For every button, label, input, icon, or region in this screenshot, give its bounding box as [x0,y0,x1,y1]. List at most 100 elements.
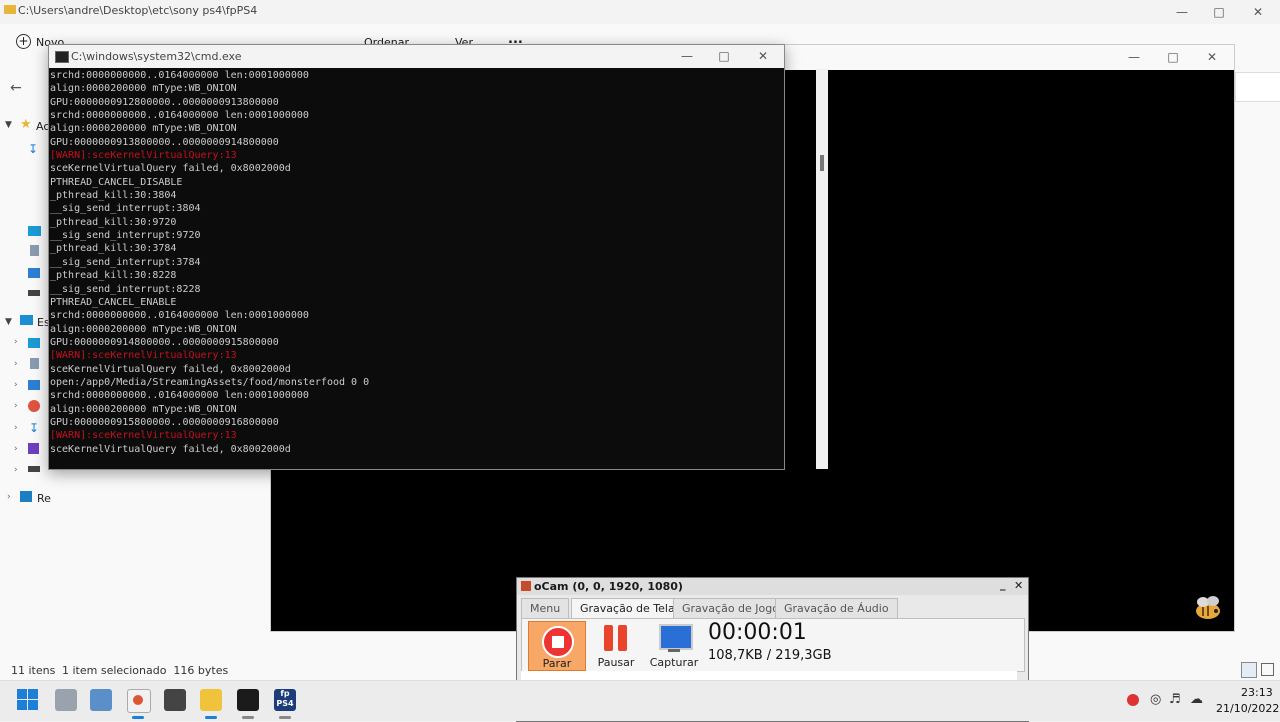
cmd-window[interactable]: C:\windows\system32\cmd.exe — □ ✕ srchd:… [48,44,828,470]
scrollbar-thumb[interactable] [820,155,824,171]
console-line: align:0000200000 mType:WB_ONION [50,83,237,95]
details-view-icon[interactable] [1241,662,1257,678]
chevron-down-icon[interactable]: ▼ [5,120,12,130]
recording-tray-icon[interactable] [1127,694,1139,706]
console-output[interactable]: srchd:0000000000..0164000000 len:0001000… [49,69,769,469]
search-input[interactable] [1235,72,1280,102]
capture-button[interactable]: Capturar [646,621,702,669]
terminal-icon [55,51,69,63]
console-line: __sig_send_interrupt:8228 [50,283,201,295]
close-button[interactable]: ✕ [1238,2,1278,22]
console-line: sceKernelVirtualQuery failed, 0x8002000d [50,443,291,455]
close-button[interactable]: ✕ [1014,579,1023,592]
download-icon: ↧ [28,142,39,156]
windows-start-icon[interactable] [17,689,39,711]
folder-icon [4,5,16,14]
console-line: PTHREAD_CANCEL_DISABLE [50,176,183,188]
videos-icon [28,443,39,454]
console-line: __sig_send_interrupt:3804 [50,203,201,215]
console-warning-line: [WARN]:sceKernelVirtualQuery:13 [50,150,237,162]
console-line: _pthread_kill:30:3804 [50,190,177,202]
console-line: align:0000200000 mType:WB_ONION [50,123,237,135]
pause-button[interactable]: Pausar [588,621,644,669]
chevron-right-icon[interactable]: › [14,401,18,411]
chevron-right-icon[interactable]: › [14,423,18,433]
ocam-tabs: Menu Gravação de Tela Gravação de Jogo G… [521,598,1023,619]
ocam-logo-icon [521,581,531,591]
fpps4-taskbar-icon[interactable]: fp PS4 [274,689,296,711]
monitor-icon [659,624,693,650]
console-line: GPU:0000000915800000..0000000916800000 [50,416,279,428]
fpps4-label-top: fp [280,689,290,698]
file-explorer-taskbar-icon[interactable] [200,689,222,711]
image-app-icon[interactable] [90,689,112,711]
chevron-down-icon[interactable]: ▼ [5,317,12,327]
close-button[interactable]: ✕ [743,46,783,66]
tab-menu[interactable]: Menu [521,598,570,619]
console-line: sceKernelVirtualQuery failed, 0x8002000d [50,163,291,175]
console-line: srchd:0000000000..0164000000 len:0001000… [50,390,309,402]
terminal-taskbar-icon[interactable] [237,689,259,711]
ocam-taskbar-icon[interactable] [127,689,151,713]
document-icon [30,358,39,369]
console-line: sceKernelVirtualQuery failed, 0x8002000d [50,363,291,375]
console-line: srchd:0000000000..0164000000 len:0001000… [50,110,309,122]
nav-item-network[interactable]: Re [37,492,51,510]
ocam-title: oCam (0, 0, 1920, 1080) [534,580,683,593]
chevron-right-icon[interactable]: › [14,359,18,369]
fpps4-label-bottom: PS4 [276,699,294,708]
console-line: _pthread_kill:30:3784 [50,243,177,255]
pictures-icon [28,380,40,390]
stop-button[interactable]: Parar [528,621,586,671]
chevron-right-icon[interactable]: › [14,337,18,347]
network-icon [20,491,32,502]
ocam-controls: Parar Pausar Capturar 00:00:01 108,7KB /… [521,618,1025,672]
scrollbar[interactable] [816,69,828,469]
console-line: srchd:0000000000..0164000000 len:0001000… [50,70,309,81]
minimize-button[interactable]: — [667,46,707,66]
console-line: GPU:0000000912800000..0000000913800000 [50,96,279,108]
minimize-button[interactable]: — [1114,47,1154,67]
document-icon [30,245,39,256]
loading-bee-icon [1190,593,1226,623]
maximize-button[interactable]: □ [704,46,744,66]
tab-game-recording[interactable]: Gravação de Jogo [673,598,788,619]
computer-icon [20,315,33,325]
item-count: 11 itens [11,664,56,677]
tab-screen-recording[interactable]: Gravação de Tela [571,598,684,619]
tiles-view-icon[interactable] [1261,663,1274,676]
pictures-icon [28,268,40,278]
star-icon: ★ [20,117,32,132]
volume-icon[interactable]: ♬ [1169,692,1181,707]
maximize-button[interactable]: □ [1199,2,1239,22]
recording-timer: 00:00:01 [708,620,807,645]
console-line: _pthread_kill:30:9720 [50,216,177,228]
ocam-titlebar: oCam (0, 0, 1920, 1080) _ ✕ [517,578,1028,595]
chevron-right-icon[interactable]: › [14,380,18,390]
minimize-button[interactable]: _ [1000,578,1006,591]
clock-date[interactable]: 21/10/2022 [1216,702,1279,715]
music-icon [28,400,40,412]
pause-icon [604,625,613,651]
console-line: PTHREAD_CANCEL_ENABLE [50,296,177,308]
maximize-button[interactable]: □ [1153,47,1193,67]
download-icon: ↧ [29,421,40,435]
network-tray-icon[interactable]: ☁ [1190,692,1203,707]
chevron-right-icon[interactable]: › [14,444,18,454]
console-line: GPU:0000000914800000..0000000915800000 [50,336,279,348]
calendar-app-icon[interactable] [164,689,186,711]
chevron-right-icon[interactable]: › [14,465,18,475]
clock-time[interactable]: 23:13 [1241,686,1273,699]
console-line: __sig_send_interrupt:9720 [50,230,201,242]
language-icon[interactable]: ◎ [1150,692,1161,707]
explorer-titlebar: C:\Users\andre\Desktop\etc\sony ps4\fpPS… [0,0,1280,24]
selection-info: 1 item selecionado 116 bytes [62,664,229,677]
tab-audio-recording[interactable]: Gravação de Áudio [775,598,898,619]
console-warning-line: [WARN]:sceKernelVirtualQuery:13 [50,430,237,442]
close-button[interactable]: ✕ [1192,47,1232,67]
task-view-icon[interactable] [55,689,77,711]
console-line: srchd:0000000000..0164000000 len:0001000… [50,310,309,322]
console-line: align:0000200000 mType:WB_ONION [50,323,237,335]
minimize-button[interactable]: — [1162,2,1202,22]
chevron-right-icon[interactable]: › [7,492,11,502]
